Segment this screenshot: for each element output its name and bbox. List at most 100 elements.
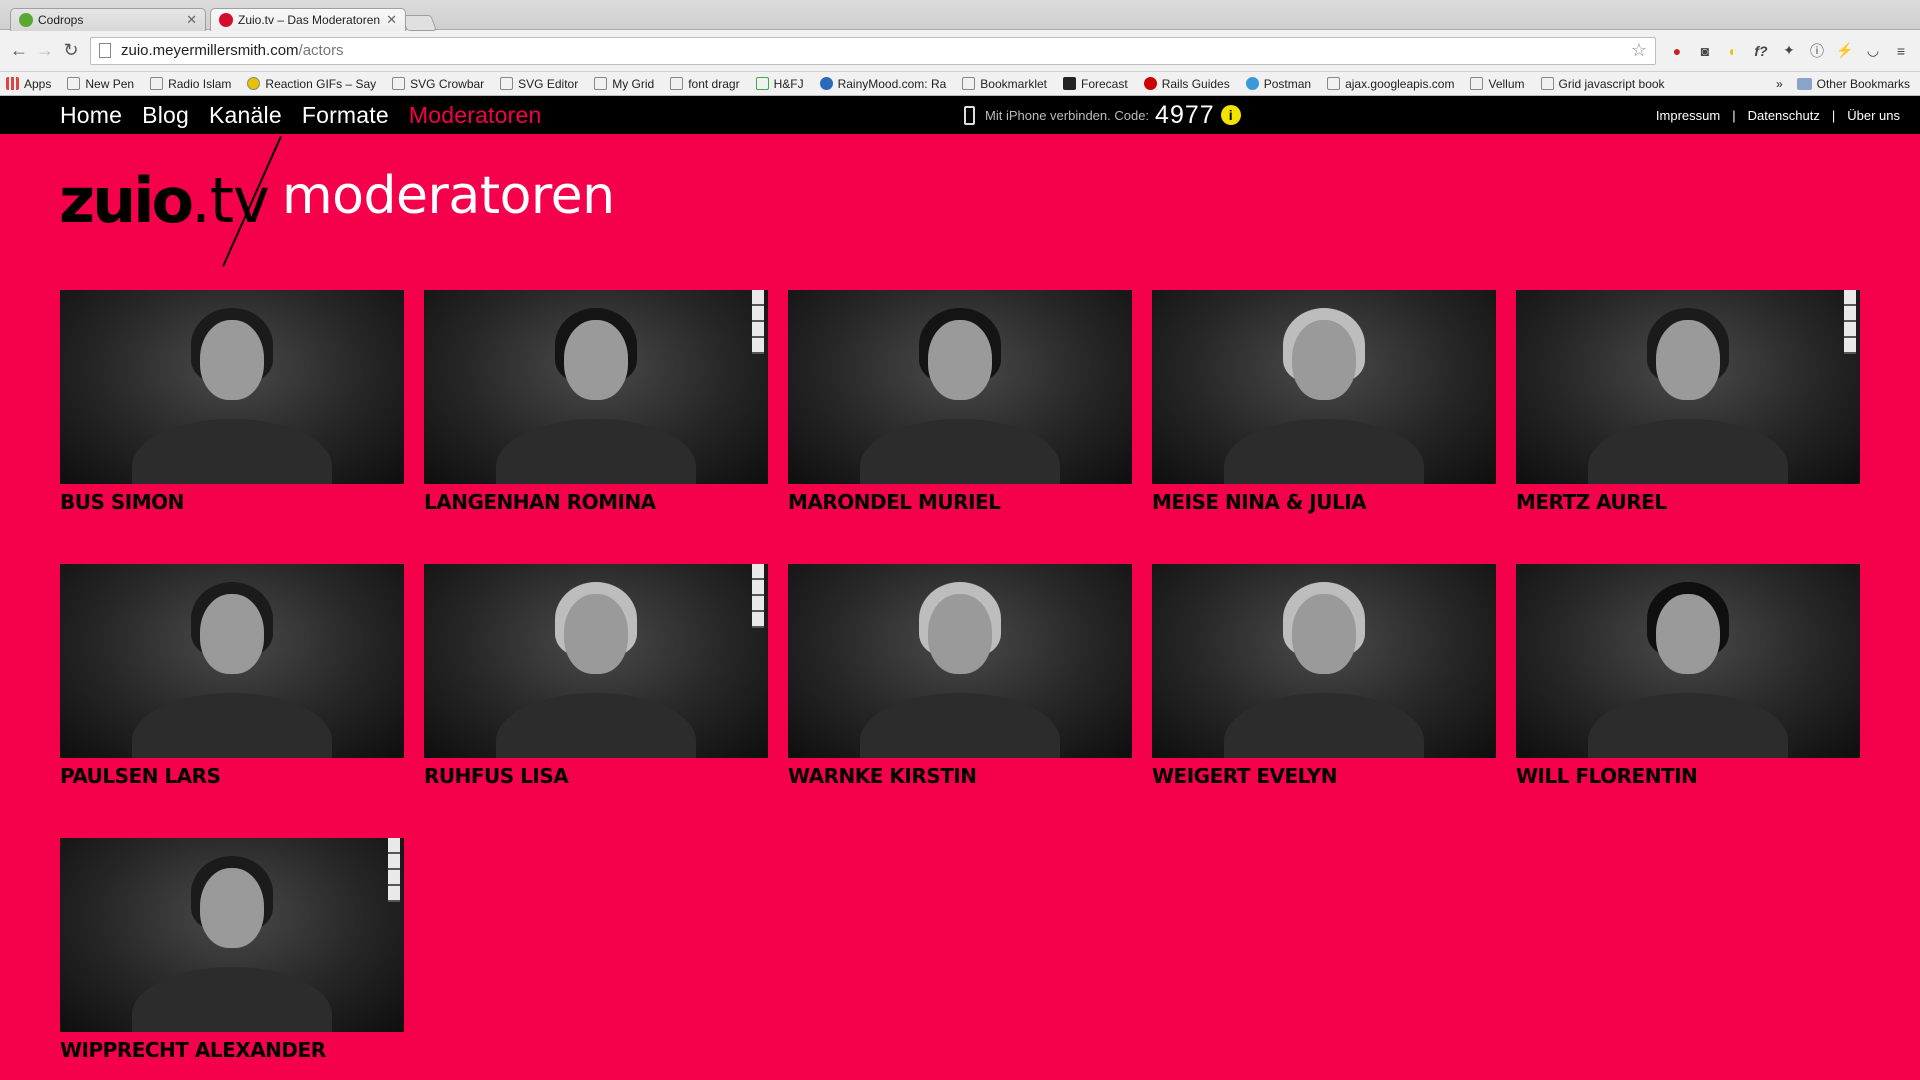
folder-icon [1796,77,1812,90]
moderator-card[interactable]: MERTZ AUREL [1516,290,1860,514]
bookmark-forecast[interactable]: Forecast [1063,77,1128,91]
moderator-photo[interactable] [60,838,404,1032]
browser-toolbar: ← → ↻ zuio.meyermillersmith.com/actors ☆… [0,30,1920,72]
link-ueber-uns[interactable]: Über uns [1847,108,1900,123]
zuio-logo[interactable]: zuio.tv [59,164,270,237]
nav-blog[interactable]: Blog [142,102,189,129]
moderator-card[interactable]: MEISE NINA & JULIA [1152,290,1496,514]
bookmark-reaction-gifs[interactable]: Reaction GIFs – Say [247,77,376,91]
moderator-card[interactable]: LANGENHAN ROMINA [424,290,768,514]
connect-label: Mit iPhone verbinden. Code: [985,107,1150,123]
camera-icon[interactable]: ◙ [1692,38,1718,64]
url-path: /actors [298,42,344,59]
moderator-photo[interactable] [1152,290,1496,484]
info-icon[interactable]: i [1220,105,1241,125]
address-bar[interactable]: zuio.meyermillersmith.com/actors ☆ [90,36,1656,65]
moderator-photo[interactable] [1152,564,1496,758]
nav-formate[interactable]: Formate [302,102,389,129]
pocket-icon[interactable]: ◡ [1860,38,1886,64]
bookmark-my-grid[interactable]: My Grid [594,77,654,91]
link-datenschutz[interactable]: Datenschutz [1748,108,1820,123]
bookmark-star-icon[interactable]: ☆ [1631,40,1647,61]
face [1656,320,1720,400]
bird-icon[interactable]: ✦ [1776,38,1802,64]
bookmark-hfj[interactable]: H&FJ [755,77,804,91]
lemon-icon[interactable]: ◐ [1720,38,1746,64]
moderator-name[interactable]: WIPPRECHT ALEXANDER [60,1038,404,1062]
bookmark-ajax-googleapis[interactable]: ajax.googleapis.com [1327,77,1454,91]
page-icon [594,77,608,90]
bookmark-rails-guides[interactable]: Rails Guides [1143,77,1230,91]
reload-icon[interactable]: ↻ [58,38,84,64]
moderator-photo[interactable] [788,564,1132,758]
menu-icon[interactable]: ≡ [1888,38,1914,64]
zuio-favicon-icon [219,13,233,27]
close-icon[interactable]: ✕ [386,12,397,28]
moderator-photo[interactable] [1516,564,1860,758]
bookmark-grid-javascript[interactable]: Grid javascript book [1540,77,1665,91]
nav-home[interactable]: Home [60,102,122,129]
moderator-photo[interactable] [1516,290,1860,484]
moderator-photo[interactable] [788,290,1132,484]
bookmark-rainymood[interactable]: RainyMood.com: Ra [819,77,946,91]
nav-moderatoren[interactable]: Moderatoren [409,102,542,129]
moderator-name[interactable]: LANGENHAN ROMINA [424,490,768,514]
bookmarks-overflow-button[interactable]: » [1776,77,1783,91]
moderator-card[interactable]: MARONDEL MURIEL [788,290,1132,514]
moderator-name[interactable]: RUHFUS LISA [424,764,768,788]
back-icon[interactable]: ← [6,38,32,64]
pinterest-icon[interactable]: ● [1664,38,1690,64]
moderator-name[interactable]: MERTZ AUREL [1516,490,1860,514]
bookmark-vellum[interactable]: Vellum [1470,77,1525,91]
bookmark-new-pen[interactable]: New Pen [67,77,134,91]
moderator-card[interactable]: WILL FLORENTIN [1516,564,1860,788]
codepen-icon [67,77,81,90]
face [1656,594,1720,674]
browser-tabstrip: Codrops ✕ Zuio.tv – Das Moderatoren ✕ [0,0,1920,31]
moderator-card[interactable]: PAULSEN LARS [60,564,404,788]
moderator-name[interactable]: WILL FLORENTIN [1516,764,1860,788]
page-icon [962,77,976,90]
vellum-icon [1470,77,1484,90]
close-icon[interactable]: ✕ [186,12,197,28]
wand-icon[interactable]: ⚡ [1832,38,1858,64]
tab-codrops[interactable]: Codrops ✕ [10,8,206,31]
moderator-card[interactable]: WEIGERT EVELYN [1152,564,1496,788]
page-header: zuio.tv moderatoren [0,134,1920,280]
apps-grid-icon [6,77,19,90]
bookmark-font-dragr[interactable]: font dragr [670,77,740,91]
forecast-icon [1063,77,1076,90]
info-icon[interactable]: ⓘ [1804,38,1830,64]
bookmark-bookmarklet[interactable]: Bookmarklet [962,77,1047,91]
new-tab-button[interactable] [401,15,437,31]
other-bookmarks-folder[interactable]: Other Bookmarks [1796,77,1910,91]
moderator-card[interactable]: WIPPRECHT ALEXANDER [60,838,404,1062]
face [200,868,264,948]
moderator-photo[interactable] [60,564,404,758]
moderator-card[interactable]: WARNKE KIRSTIN [788,564,1132,788]
moderator-name[interactable]: WEIGERT EVELYN [1152,764,1496,788]
bookmark-radio-islam[interactable]: Radio Islam [150,77,231,91]
page-icon [670,77,684,90]
moderator-name[interactable]: MARONDEL MURIEL [788,490,1132,514]
moderator-card[interactable]: RUHFUS LISA [424,564,768,788]
bookmark-postman[interactable]: Postman [1245,77,1311,91]
tab-zuio[interactable]: Zuio.tv – Das Moderatoren ✕ [210,8,406,31]
moderator-photo[interactable] [424,564,768,758]
moderator-name[interactable]: BUS SIMON [60,490,404,514]
bookmark-svg-crowbar[interactable]: SVG Crowbar [392,77,484,91]
nav-kanaele[interactable]: Kanäle [209,102,282,129]
window [1844,290,1856,354]
moderator-photo[interactable] [424,290,768,484]
bookmark-svg-editor[interactable]: SVG Editor [500,77,578,91]
bookmark-apps[interactable]: Apps [6,77,51,91]
moderator-name[interactable]: PAULSEN LARS [60,764,404,788]
moderator-name[interactable]: MEISE NINA & JULIA [1152,490,1496,514]
raindrop-icon [819,77,833,90]
font-icon[interactable]: f? [1748,38,1774,64]
moderator-card[interactable]: BUS SIMON [60,290,404,514]
moderator-photo[interactable] [60,290,404,484]
forward-icon[interactable]: → [32,38,58,64]
moderator-name[interactable]: WARNKE KIRSTIN [788,764,1132,788]
link-impressum[interactable]: Impressum [1656,108,1720,123]
